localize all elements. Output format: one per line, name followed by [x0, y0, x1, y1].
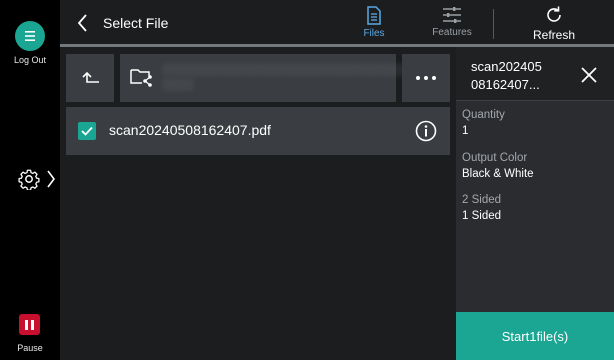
two-sided-value: 1 Sided	[462, 210, 502, 222]
pause-button[interactable]	[19, 314, 40, 335]
header-separator	[493, 9, 494, 39]
details-panel-divider	[456, 100, 614, 101]
up-level-button[interactable]	[66, 54, 114, 102]
refresh-icon	[547, 6, 561, 22]
sliders-icon	[443, 7, 461, 23]
start-button[interactable]: Start1file(s)	[456, 312, 614, 360]
tab-files[interactable]: Files	[339, 6, 409, 39]
details-title-line1: scan202405	[471, 59, 542, 74]
chevron-right-icon	[47, 170, 55, 188]
logout-label: Log Out	[13, 55, 47, 65]
logout-button[interactable]	[15, 21, 45, 51]
checkmark-icon	[81, 126, 93, 136]
folder-path-text: ░░░░░░░░░░░░░░░░░░░░░░░░░░░░░░░░░ ░░░░	[162, 64, 420, 91]
pause-label: Pause	[17, 343, 43, 353]
folder-path-box: ░░░░░░░░░░░░░░░░░░░░░░░░░░░░░░░░░ ░░░░	[120, 54, 420, 102]
refresh-label: Refresh	[532, 28, 576, 42]
output-color-value: Black & White	[462, 168, 534, 180]
menu-icon	[25, 31, 35, 41]
info-icon[interactable]	[415, 120, 437, 142]
quantity-label: Quantity	[462, 109, 505, 121]
refresh-button[interactable]: Refresh	[519, 5, 589, 42]
settings-button[interactable]	[18, 166, 56, 192]
tab-files-label: Files	[363, 28, 385, 39]
gear-icon	[18, 169, 40, 190]
more-options-button[interactable]	[402, 54, 450, 102]
pause-icon	[25, 319, 28, 330]
document-icon	[367, 6, 381, 25]
back-chevron-icon[interactable]	[74, 12, 92, 34]
two-sided-label: 2 Sided	[462, 194, 502, 206]
tab-features[interactable]: Features	[417, 6, 487, 38]
tab-features-label: Features	[432, 27, 472, 38]
shared-folder-icon	[130, 69, 152, 87]
file-checkbox[interactable]	[78, 122, 96, 140]
close-icon[interactable]	[580, 66, 598, 84]
output-color-label: Output Color	[462, 152, 528, 164]
file-row[interactable]: scan20240508162407.pdf	[66, 107, 450, 155]
page-title: Select File	[103, 15, 169, 31]
details-panel-title: scan202405 08162407...	[471, 58, 571, 94]
ellipsis-icon	[416, 76, 420, 80]
file-name: scan20240508162407.pdf	[109, 122, 271, 138]
up-level-icon	[82, 71, 99, 83]
details-title-line2: 08162407...	[471, 77, 540, 92]
quantity-value: 1	[462, 125, 469, 137]
